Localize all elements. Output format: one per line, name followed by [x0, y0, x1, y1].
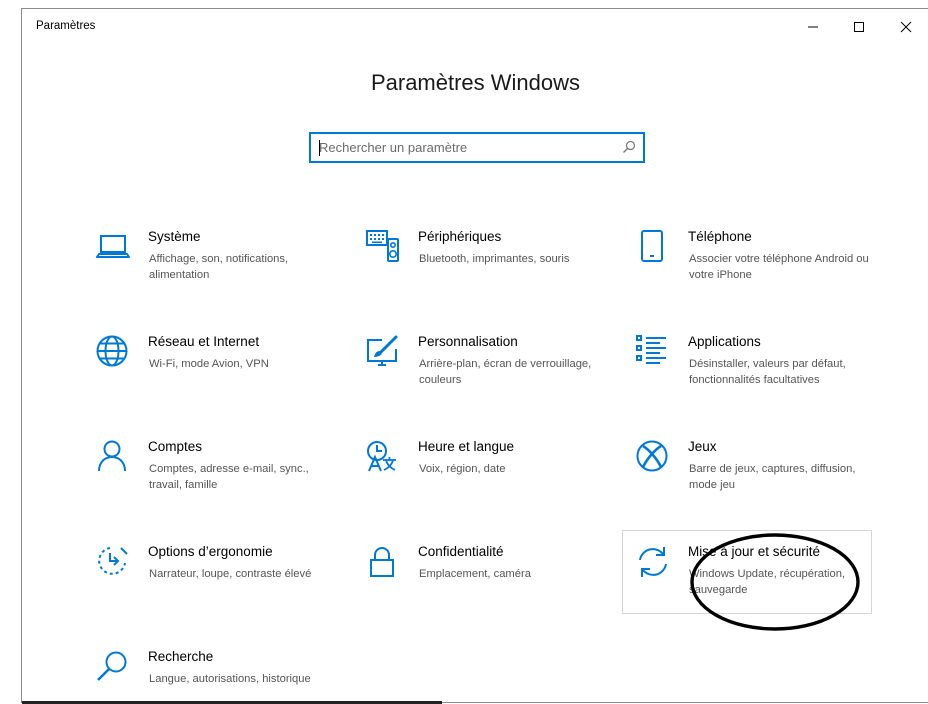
- tile-subtitle: Narrateur, loupe, contraste élevé: [149, 568, 312, 580]
- lock-icon: [366, 545, 400, 579]
- tile-applications[interactable]: Applications Désinstaller, valeurs par d…: [636, 334, 886, 421]
- tile-title: Comptes: [148, 439, 203, 454]
- tile-reseau-internet[interactable]: Réseau et Internet Wi-Fi, mode Avion, VP…: [96, 334, 346, 421]
- search-input[interactable]: [319, 134, 609, 161]
- tile-title: Périphériques: [418, 229, 502, 244]
- paintbrush-icon: [366, 335, 400, 369]
- tile-personnalisation[interactable]: Personnalisation Arrière-plan, écran de …: [366, 334, 616, 421]
- minimize-icon: [808, 26, 818, 28]
- tile-title: Personnalisation: [418, 334, 518, 349]
- tile-title: Système: [148, 229, 201, 244]
- tile-subtitle: Emplacement, caméra: [419, 568, 531, 580]
- tile-subtitle: Affichage, son, notifications, alimentat…: [149, 253, 289, 281]
- tile-subtitle: Windows Update, récupération, sauvegarde: [689, 568, 846, 596]
- search-magnifier-icon: [96, 650, 130, 684]
- tile-systeme[interactable]: Système Affichage, son, notifications, a…: [96, 229, 346, 316]
- apps-list-icon: [636, 335, 670, 369]
- tile-peripheriques[interactable]: Périphériques Bluetooth, imprimantes, so…: [366, 229, 616, 316]
- laptop-icon: [96, 230, 130, 264]
- globe-icon: [96, 335, 130, 369]
- tile-title: Téléphone: [688, 229, 752, 244]
- search-box[interactable]: [309, 132, 645, 163]
- tile-title: Mise à jour et sécurité: [688, 544, 821, 559]
- maximize-button[interactable]: [836, 9, 882, 45]
- tile-recherche[interactable]: Recherche Langue, autorisations, histori…: [96, 649, 346, 702]
- title-bar: Paramètres: [22, 9, 928, 45]
- window-title: Paramètres: [36, 20, 96, 32]
- tile-subtitle: Désinstaller, valeurs par défaut, foncti…: [689, 358, 846, 386]
- tile-jeux[interactable]: Jeux Barre de jeux, captures, diffusion,…: [636, 439, 886, 526]
- tile-subtitle: Arrière-plan, écran de verrouillage, cou…: [419, 358, 592, 386]
- xbox-icon: [636, 440, 670, 474]
- tile-subtitle: Barre de jeux, captures, diffusion, mode…: [689, 463, 856, 491]
- tile-subtitle: Wi-Fi, mode Avion, VPN: [149, 358, 269, 370]
- tile-options-ergonomie[interactable]: Options d’ergonomie Narrateur, loupe, co…: [96, 544, 346, 631]
- tile-title: Recherche: [148, 649, 214, 664]
- tile-title: Applications: [688, 334, 761, 349]
- tile-subtitle: Voix, région, date: [419, 463, 506, 475]
- time-language-icon: [366, 440, 400, 474]
- person-icon: [96, 440, 130, 474]
- page-title: Paramètres Windows: [370, 70, 581, 95]
- devices-icon: [366, 230, 400, 264]
- tile-title: Jeux: [688, 439, 717, 454]
- tile-title: Réseau et Internet: [148, 334, 260, 349]
- settings-window: Paramètres Paramètres Windows Système Af…: [21, 8, 928, 703]
- phone-icon: [636, 230, 670, 264]
- tile-heure-langue[interactable]: Heure et langue Voix, région, date: [366, 439, 616, 526]
- ease-of-access-icon: [96, 545, 130, 579]
- tile-title: Heure et langue: [418, 439, 515, 454]
- tile-title: Options d’ergonomie: [148, 544, 273, 559]
- maximize-icon: [854, 22, 864, 32]
- tile-subtitle: Associer votre téléphone Android ou votr…: [689, 253, 869, 281]
- minimize-button[interactable]: [790, 9, 836, 45]
- close-icon: [900, 21, 912, 33]
- text-caret: [319, 140, 320, 156]
- tile-telephone[interactable]: Téléphone Associer votre téléphone Andro…: [636, 229, 886, 316]
- tile-confidentialite[interactable]: Confidentialité Emplacement, caméra: [366, 544, 616, 631]
- tile-mise-a-jour-securite[interactable]: Mise à jour et sécurité Windows Update, …: [622, 530, 872, 614]
- tile-comptes[interactable]: Comptes Comptes, adresse e-mail, sync., …: [96, 439, 346, 526]
- update-sync-icon: [636, 545, 670, 579]
- tile-subtitle: Comptes, adresse e-mail, sync., travail,…: [149, 463, 309, 491]
- tile-title: Confidentialité: [418, 544, 504, 559]
- tile-subtitle: Bluetooth, imprimantes, souris: [419, 253, 570, 265]
- close-button[interactable]: [883, 9, 928, 45]
- tile-subtitle: Langue, autorisations, historique: [149, 673, 311, 685]
- search-icon: [623, 140, 636, 153]
